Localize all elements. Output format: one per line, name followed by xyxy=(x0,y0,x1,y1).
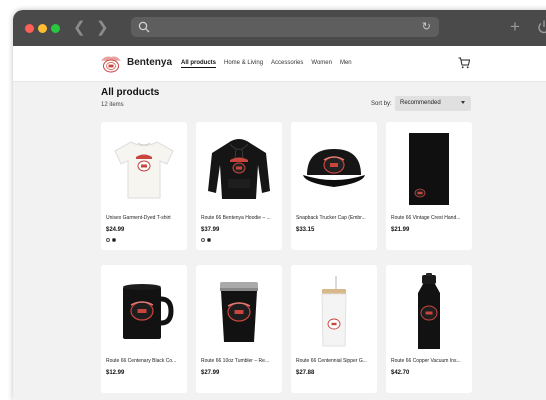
color-swatches xyxy=(106,238,116,242)
swatch-black[interactable] xyxy=(112,238,116,242)
item-count: 12 items xyxy=(101,102,124,108)
cap-image xyxy=(303,149,365,187)
towel-image xyxy=(409,133,449,205)
product-name[interactable]: Route 66 Vintage Crest Hand... xyxy=(391,215,469,221)
product-card[interactable]: Route 66 Centenary Black Co... $12.99 xyxy=(101,265,187,393)
product-name[interactable]: Snapback Trucker Cap (Embr... xyxy=(296,215,374,221)
browser-toolbar: ❮ ❯ ↻ + xyxy=(13,10,546,46)
url-input[interactable] xyxy=(153,19,413,35)
maximize-window-button[interactable] xyxy=(51,24,60,33)
sort-label: Sort by: xyxy=(371,101,392,107)
nav-home-living[interactable]: Home & Living xyxy=(224,60,263,68)
search-icon xyxy=(138,21,150,33)
swatch-black[interactable] xyxy=(207,238,211,242)
product-price: $27.99 xyxy=(201,370,220,376)
swatch-white[interactable] xyxy=(106,238,110,242)
product-price: $27.88 xyxy=(296,370,315,376)
minimize-window-button[interactable] xyxy=(38,24,47,33)
reload-icon[interactable]: ↻ xyxy=(422,20,431,34)
product-image[interactable] xyxy=(105,128,183,210)
product-price: $42.70 xyxy=(391,370,410,376)
nav-accessories[interactable]: Accessories xyxy=(271,60,303,68)
sort-value: Recommended xyxy=(400,100,441,106)
product-name[interactable]: Route 66 10oz Tumbler – Re... xyxy=(201,358,279,364)
nav-women[interactable]: Women xyxy=(311,60,332,68)
product-image[interactable] xyxy=(105,271,183,353)
product-image[interactable] xyxy=(200,271,278,353)
product-name[interactable]: Route 66 Bentenya Hoodie – ... xyxy=(201,215,279,221)
product-name[interactable]: Unisex Garment-Dyed T-shirt xyxy=(106,215,184,221)
product-card[interactable]: Route 66 Copper Vacuum Ins... $42.70 xyxy=(386,265,472,393)
tumbler-image xyxy=(220,282,258,342)
tshirt-image xyxy=(114,141,174,199)
product-image[interactable] xyxy=(390,271,468,353)
new-tab-plus-icon[interactable]: + xyxy=(510,18,520,36)
nav-men[interactable]: Men xyxy=(340,60,352,68)
product-card[interactable]: Route 66 Vintage Crest Hand... $21.99 xyxy=(386,122,472,250)
product-card[interactable]: Snapback Trucker Cap (Embr... $33.15 xyxy=(291,122,377,250)
page-title: All products xyxy=(101,87,160,98)
main-nav: All products Home & Living Accessories W… xyxy=(181,60,352,68)
power-icon[interactable] xyxy=(537,19,546,35)
browser-window: ❮ ❯ ↻ + Bentenya All products Home & Liv… xyxy=(13,10,546,400)
hoodie-image xyxy=(208,139,270,199)
bentenya-logo[interactable] xyxy=(99,52,123,74)
sort-dropdown[interactable]: Recommended xyxy=(395,96,471,111)
product-card[interactable]: Route 66 10oz Tumbler – Re... $27.99 xyxy=(196,265,282,393)
product-card[interactable]: Unisex Garment-Dyed T-shirt $24.99 xyxy=(101,122,187,250)
color-swatches xyxy=(201,238,211,242)
product-price: $21.99 xyxy=(391,227,410,233)
product-card[interactable]: Route 66 Bentenya Hoodie – ... $37.99 xyxy=(196,122,282,250)
swatch-white[interactable] xyxy=(201,238,205,242)
product-price: $37.99 xyxy=(201,227,220,233)
forward-arrow-icon[interactable]: ❯ xyxy=(96,19,109,37)
product-card[interactable]: Route 66 Centennial Sipper G... $27.88 xyxy=(291,265,377,393)
product-price: $33.15 xyxy=(296,227,315,233)
product-image[interactable] xyxy=(390,128,468,210)
cart-icon[interactable] xyxy=(458,57,470,69)
product-image[interactable] xyxy=(295,271,373,353)
product-name[interactable]: Route 66 Copper Vacuum Ins... xyxy=(391,358,469,364)
product-price: $12.99 xyxy=(106,370,125,376)
nav-all-products[interactable]: All products xyxy=(181,60,217,68)
site-header: Bentenya All products Home & Living Acce… xyxy=(13,46,546,82)
product-name[interactable]: Route 66 Centennial Sipper G... xyxy=(296,358,374,364)
back-arrow-icon[interactable]: ❮ xyxy=(73,19,86,37)
mug-image xyxy=(123,284,174,339)
product-image[interactable] xyxy=(200,128,278,210)
chevron-down-icon xyxy=(461,101,465,104)
product-name[interactable]: Route 66 Centenary Black Co... xyxy=(106,358,184,364)
glass-sipper-image xyxy=(321,276,347,347)
brand-name[interactable]: Bentenya xyxy=(127,57,172,68)
close-window-button[interactable] xyxy=(25,24,34,33)
address-bar[interactable]: ↻ xyxy=(131,17,439,37)
bottle-image xyxy=(418,273,440,349)
product-price: $24.99 xyxy=(106,227,125,233)
product-image[interactable] xyxy=(295,128,373,210)
